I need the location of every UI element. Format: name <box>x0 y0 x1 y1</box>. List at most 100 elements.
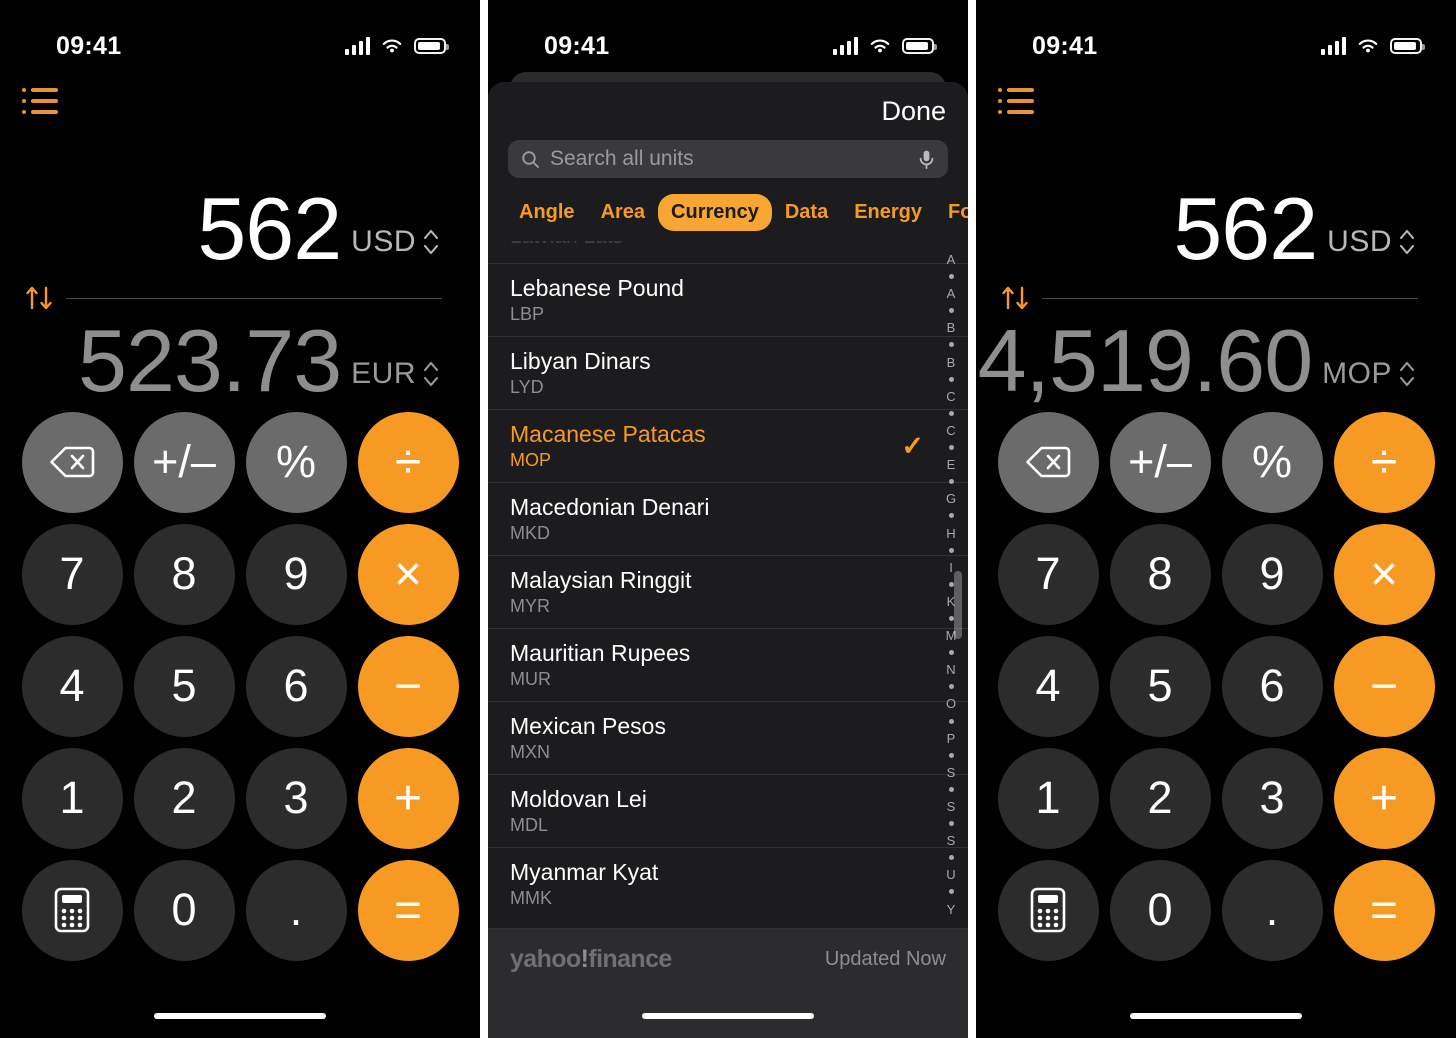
backspace-key[interactable] <box>21 411 123 513</box>
minus-key[interactable]: − <box>357 635 459 737</box>
section-index-letter[interactable]: H <box>946 527 955 540</box>
input-row[interactable]: 562 USD <box>976 185 1434 279</box>
digit-5-key[interactable]: 5 <box>1109 635 1211 737</box>
section-index-letter[interactable]: S <box>947 834 956 847</box>
unit-list[interactable]: Latvian Lats Lebanese PoundLBP Libyan Din… <box>488 241 968 928</box>
minus-key[interactable]: − <box>1333 635 1435 737</box>
bulleted-list-icon[interactable] <box>22 88 66 126</box>
section-index-letter[interactable]: S <box>947 766 956 779</box>
unit-list-item[interactable]: Myanmar Kyat MMK <box>488 847 968 920</box>
section-index-dot[interactable] <box>948 581 954 587</box>
digit-6-key[interactable]: 6 <box>1221 635 1323 737</box>
microphone-icon[interactable] <box>918 149 935 170</box>
input-unit-selector[interactable]: USD <box>1327 225 1416 273</box>
section-index-dot[interactable] <box>948 718 954 724</box>
section-index-dot[interactable] <box>948 342 954 348</box>
digit-8-key[interactable]: 8 <box>133 523 235 625</box>
digit-2-key[interactable]: 2 <box>133 747 235 849</box>
section-index-dot[interactable] <box>948 376 954 382</box>
percent-key[interactable]: % <box>245 411 347 513</box>
swap-vertical-arrows-icon[interactable] <box>998 281 1032 315</box>
section-index-letter[interactable]: C <box>946 390 955 403</box>
section-index-letter[interactable]: N <box>946 663 955 676</box>
section-index-dot[interactable] <box>948 479 954 485</box>
unit-list-item[interactable]: Libyan Dinars LYD <box>488 336 968 409</box>
output-row[interactable]: 523.73 EUR <box>0 317 458 405</box>
divide-key[interactable]: ÷ <box>357 411 459 513</box>
section-index-dot[interactable] <box>948 889 954 895</box>
section-index-dot[interactable] <box>948 615 954 621</box>
done-button[interactable]: Done <box>881 96 946 127</box>
category-tab-area[interactable]: Area <box>588 194 658 231</box>
digit-0-key[interactable]: 0 <box>133 859 235 961</box>
decimal-point-key[interactable]: . <box>245 859 347 961</box>
section-index-dot[interactable] <box>948 547 954 553</box>
section-index-letter[interactable]: C <box>946 424 955 437</box>
home-indicator[interactable] <box>642 1013 814 1019</box>
multiply-key[interactable]: × <box>357 523 459 625</box>
unit-list-item[interactable]: Moldovan Lei MDL <box>488 774 968 847</box>
home-indicator[interactable] <box>1130 1013 1302 1019</box>
search-input[interactable]: Search all units <box>508 140 948 178</box>
section-index-letter[interactable]: E <box>947 458 956 471</box>
output-unit-selector[interactable]: EUR <box>351 357 440 405</box>
digit-7-key[interactable]: 7 <box>21 523 123 625</box>
category-tab-angle[interactable]: Angle <box>506 194 588 231</box>
digit-9-key[interactable]: 9 <box>245 523 347 625</box>
section-index-letter[interactable]: G <box>946 492 956 505</box>
section-index-dot[interactable] <box>948 650 954 656</box>
unit-list-item[interactable]: Macanese Patacas MOP ✓ <box>488 409 968 482</box>
section-index-letter[interactable]: B <box>947 356 956 369</box>
section-index-dot[interactable] <box>948 855 954 861</box>
digit-1-key[interactable]: 1 <box>21 747 123 849</box>
section-index-letter[interactable]: A <box>947 253 956 266</box>
section-index-letter[interactable]: O <box>946 697 956 710</box>
calculator-mode-key[interactable] <box>21 859 123 961</box>
decimal-point-key[interactable]: . <box>1221 859 1323 961</box>
section-index-letter[interactable]: P <box>947 732 956 745</box>
bulleted-list-icon[interactable] <box>998 88 1042 126</box>
category-tab-data[interactable]: Data <box>772 194 841 231</box>
section-index-letter[interactable]: Y <box>947 903 956 916</box>
digit-4-key[interactable]: 4 <box>21 635 123 737</box>
section-index-dot[interactable] <box>948 513 954 519</box>
digit-3-key[interactable]: 3 <box>245 747 347 849</box>
sign-toggle-key[interactable]: +/– <box>133 411 235 513</box>
scrollbar-thumb[interactable] <box>954 571 962 639</box>
percent-key[interactable]: % <box>1221 411 1323 513</box>
digit-7-key[interactable]: 7 <box>997 523 1099 625</box>
input-unit-selector[interactable]: USD <box>351 225 440 273</box>
sign-toggle-key[interactable]: +/– <box>1109 411 1211 513</box>
unit-list-item[interactable]: Mexican Pesos MXN <box>488 701 968 774</box>
category-tab-energy[interactable]: Energy <box>841 194 935 231</box>
section-index-letter[interactable]: I <box>949 561 953 574</box>
plus-key[interactable]: + <box>1333 747 1435 849</box>
digit-6-key[interactable]: 6 <box>245 635 347 737</box>
output-unit-selector[interactable]: MOP <box>1322 357 1416 405</box>
section-index-letter[interactable]: B <box>947 321 956 334</box>
unit-list-item[interactable]: Malaysian Ringgit MYR <box>488 555 968 628</box>
unit-list-item[interactable]: Mauritian Rupees MUR <box>488 628 968 701</box>
section-index-letter[interactable]: S <box>947 800 956 813</box>
section-index-letter[interactable]: A <box>947 287 956 300</box>
output-row[interactable]: 4,519.60 MOP <box>976 317 1434 405</box>
section-index-dot[interactable] <box>948 684 954 690</box>
unit-list-item[interactable]: Lebanese Pound LBP <box>488 263 968 336</box>
section-index-letter[interactable]: U <box>946 868 955 881</box>
unit-list-item[interactable]: Macedonian Denari MKD <box>488 482 968 555</box>
digit-5-key[interactable]: 5 <box>133 635 235 737</box>
calculator-mode-key[interactable] <box>997 859 1099 961</box>
section-index-dot[interactable] <box>948 308 954 314</box>
digit-0-key[interactable]: 0 <box>1109 859 1211 961</box>
section-index-dot[interactable] <box>948 274 954 280</box>
digit-3-key[interactable]: 3 <box>1221 747 1323 849</box>
home-indicator[interactable] <box>154 1013 326 1019</box>
backspace-key[interactable] <box>997 411 1099 513</box>
digit-2-key[interactable]: 2 <box>1109 747 1211 849</box>
section-index-dot[interactable] <box>948 786 954 792</box>
digit-8-key[interactable]: 8 <box>1109 523 1211 625</box>
category-tab-force[interactable]: Force <box>935 194 968 231</box>
section-index-dot[interactable] <box>948 752 954 758</box>
equals-key[interactable]: = <box>1333 859 1435 961</box>
multiply-key[interactable]: × <box>1333 523 1435 625</box>
